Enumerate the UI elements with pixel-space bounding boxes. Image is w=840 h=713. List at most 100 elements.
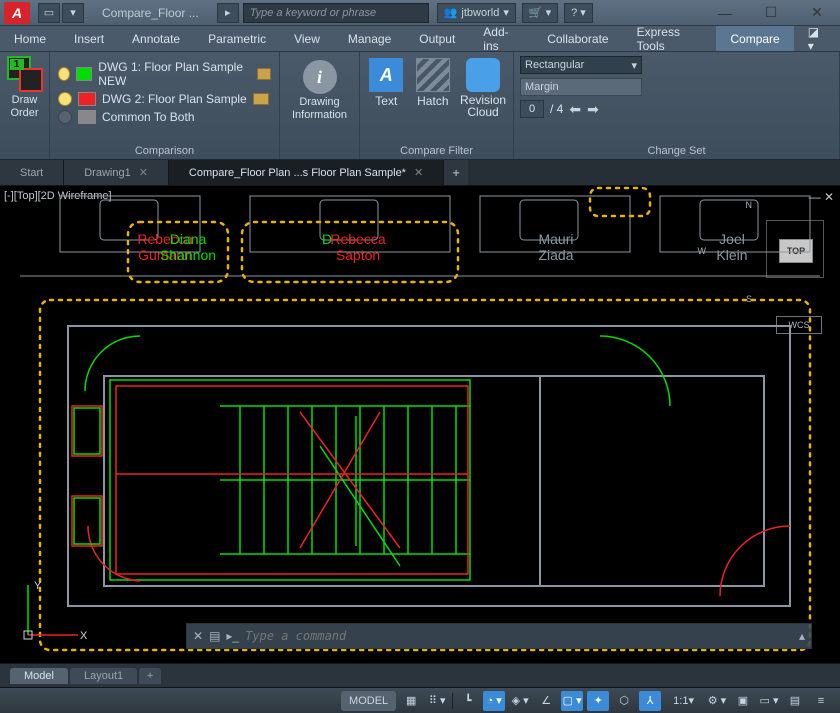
dwg1-label: DWG 1: Floor Plan Sample NEW [98,60,251,88]
tab-parametric[interactable]: Parametric [194,26,280,51]
search-input[interactable]: Type a keyword or phrase [243,3,429,23]
command-input[interactable] [245,629,793,643]
window-title: Compare_Floor ... [84,6,217,20]
command-line[interactable]: ✕ ▤ ▸_ ▴ [186,623,812,649]
tab-expresstools[interactable]: Express Tools [623,26,717,51]
track-button[interactable]: ∠ [535,691,557,711]
switch-button[interactable]: ▣ [732,691,754,711]
filter-cloud-button[interactable]: Revision Cloud [459,58,507,118]
tab-output[interactable]: Output [405,26,469,51]
ortho-button[interactable]: ┗ [457,691,479,711]
signin-button[interactable]: 👥jtbworld▾ [437,3,516,23]
ucs-button[interactable]: ⅄ [639,691,661,711]
file-tab-drawing1[interactable]: Drawing1 ✕ [64,160,169,185]
draworder-button[interactable]: 1 [7,56,43,92]
swatch-green [76,67,92,81]
file-tabs: Start Drawing1 ✕ Compare_Floor Plan ...s … [0,160,840,186]
close-tab-icon[interactable]: ✕ [414,166,423,179]
dwg2-row[interactable]: DWG 2: Floor Plan Sample [58,92,271,106]
title-caret[interactable]: ▸ [217,3,239,23]
tab-insert[interactable]: Insert [60,26,118,51]
next-change-button[interactable]: ➡ [587,101,599,118]
tab-compare[interactable]: Compare [716,26,793,51]
tab-annotate[interactable]: Annotate [118,26,194,51]
scale-button[interactable]: 1:1 ▾ [665,691,702,711]
panel-info: i Drawing Information [280,52,360,159]
folder-icon[interactable] [253,93,269,105]
dwg1-row[interactable]: DWG 1: Floor Plan Sample NEW [58,60,271,88]
osnap2d-button[interactable]: ▢ ▾ [561,691,583,711]
hatch-icon [416,58,450,92]
snap-button[interactable]: ⠿ ▾ [426,691,448,711]
status-model[interactable]: MODEL [341,691,396,711]
label-sapton: Sapton [336,247,380,263]
file-tab-label: Drawing1 [84,167,130,179]
label-klein: Klein [716,247,747,263]
maximize-button[interactable]: ☐ [748,0,794,26]
tab-collaborate[interactable]: Collaborate [533,26,622,51]
new-tab-button[interactable]: + [444,160,468,185]
prev-change-button[interactable]: ⬅ [569,101,581,118]
file-tab-compare[interactable]: Compare_Floor Plan ...s Floor Plan Sampl… [169,160,444,185]
bulb-on-icon [58,67,70,81]
filter-hatch-button[interactable]: Hatch [413,58,454,118]
filter-text-button[interactable]: A Text [366,58,407,118]
cmdline-menu[interactable]: ▤ [209,629,220,643]
common-row[interactable]: Common To Both [58,110,271,124]
clean-button[interactable]: ▤ [784,691,806,711]
tab-manage[interactable]: Manage [334,26,405,51]
help-button[interactable]: ? ▾ [564,3,593,23]
ribbon: 1 Draw Order DWG 1: Floor Plan Sample NE… [0,52,840,160]
tab-view[interactable]: View [280,26,334,51]
close-tab-icon[interactable]: ✕ [139,166,148,179]
dyn-button[interactable]: ✦ [587,691,609,711]
layout-layout1[interactable]: Layout1 [70,668,137,684]
3dosnap-button[interactable]: ⬡ [613,691,635,711]
common-label: Common To Both [102,110,195,124]
cart-button[interactable]: 🛒 ▾ [522,3,558,23]
app-logo[interactable]: A [4,2,30,24]
swatch-gray [78,110,96,124]
comparison-title: Comparison [56,143,273,159]
qat-folder[interactable]: ▭ [38,3,60,23]
minimize-button[interactable]: — [702,0,748,26]
grid-button[interactable]: ▦ [400,691,422,711]
filter-cloud-label: Revision Cloud [460,94,506,118]
panel-comparison: DWG 1: Floor Plan Sample NEW DWG 2: Floo… [50,52,280,159]
tab-home[interactable]: Home [0,26,60,51]
ucs-icon[interactable]: Y X [18,575,88,645]
layout-model[interactable]: Model [10,668,68,684]
folder-icon[interactable] [257,68,271,80]
filter-hatch-label: Hatch [417,94,448,108]
polar-button[interactable]: ◔ ▾ [483,691,505,711]
cmdline-close[interactable]: ✕ [193,629,203,643]
bulb-off-icon [58,110,72,124]
user-label: jtbworld [461,7,499,19]
shape-select[interactable]: Rectangular▾ [520,56,642,74]
changeset-pos[interactable]: 0 [520,100,544,118]
status-bar: MODEL ▦ ⠿ ▾ ┗ ◔ ▾ ◈ ▾ ∠ ▢ ▾ ✦ ⬡ ⅄ 1:1 ▾ … [0,687,840,713]
menu-button[interactable]: ≡ [810,691,832,711]
file-tab-start[interactable]: Start [0,160,64,185]
filter-title: Compare Filter [366,143,507,159]
info-button[interactable]: i [303,60,337,94]
iso-button[interactable]: ◈ ▾ [509,691,531,711]
cmdline-up[interactable]: ▴ [799,629,805,643]
add-layout[interactable]: + [139,668,161,684]
drawing-viewport[interactable]: [-][Top][2D Wireframe] — ✕ N S E W TOP W… [0,186,840,663]
cog-button[interactable]: ⚙ ▾ [706,691,728,711]
label-rebecca2: Rebecca [330,231,385,247]
layout-button[interactable]: ▭ ▾ [758,691,780,711]
label-d: D [322,231,332,247]
cloud-icon [466,58,500,92]
label-joel: Joel [719,231,745,247]
shape-value: Rectangular [525,59,584,71]
qat-dropdown[interactable]: ▾ [62,3,84,23]
close-button[interactable]: ✕ [794,0,840,26]
text-icon: A [369,58,403,92]
draworder-label: Draw Order [10,94,38,120]
ribbon-collapse[interactable]: ◪ ▾ [794,26,840,51]
tab-addins[interactable]: Add-ins [469,26,533,51]
margin-field[interactable]: Margin [520,78,642,96]
changeset-total: / 4 [550,102,563,116]
